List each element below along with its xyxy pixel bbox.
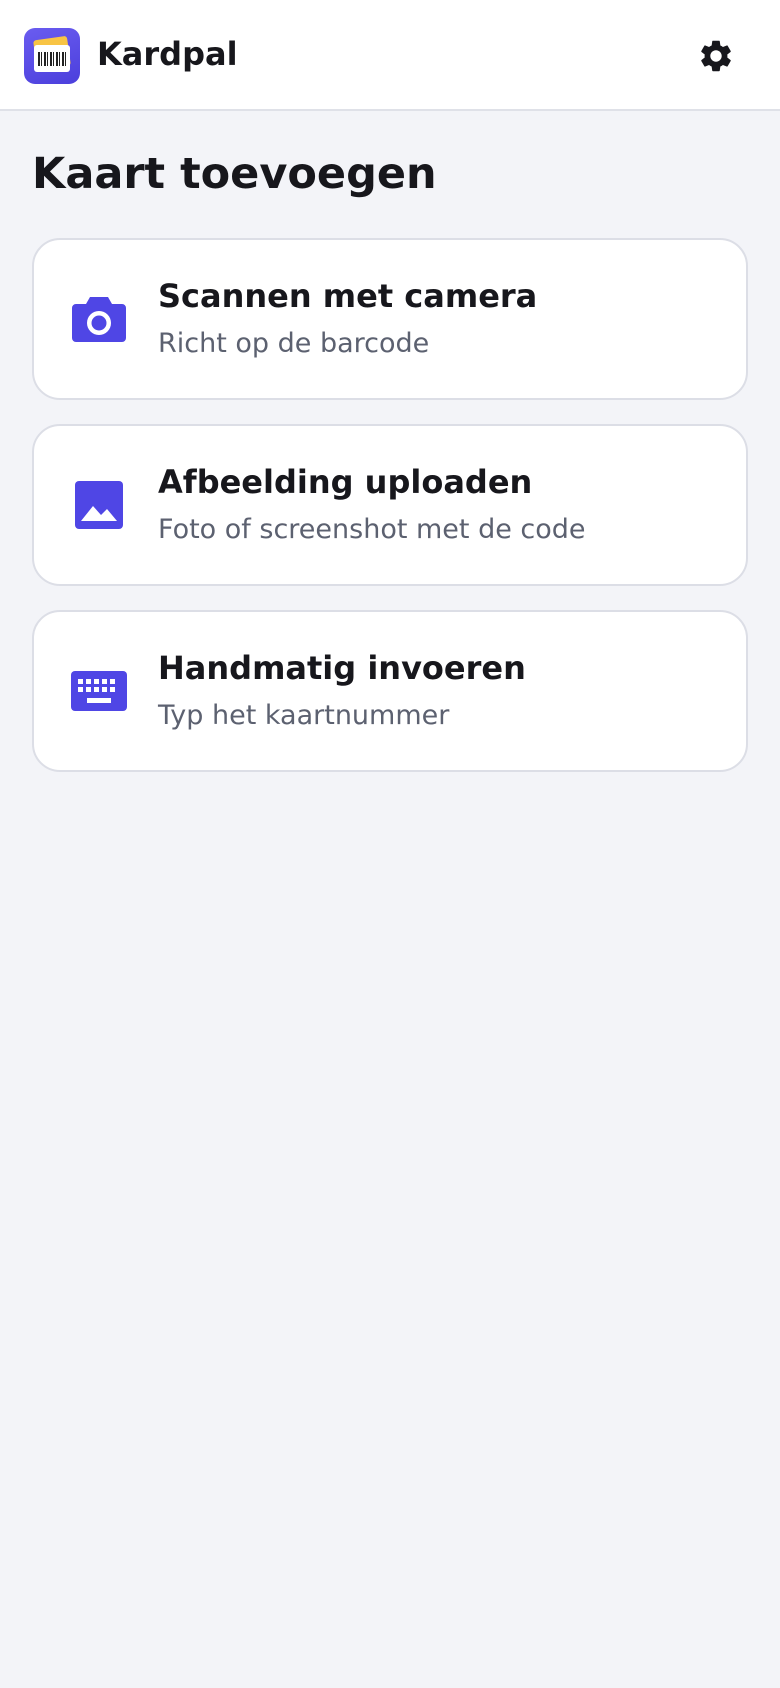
upload-image-option[interactable]: Afbeelding uploaden Foto of screenshot m… — [32, 424, 748, 586]
option-title: Scannen met camera — [158, 277, 538, 315]
keyboard-icon-wrap — [68, 660, 130, 722]
settings-button[interactable] — [690, 30, 742, 82]
camera-icon-wrap — [68, 288, 130, 350]
image-icon — [75, 481, 123, 529]
app-logo — [24, 28, 80, 84]
option-title: Afbeelding uploaden — [158, 463, 533, 501]
barcode-icon — [38, 52, 66, 66]
option-subtitle: Typ het kaartnummer — [158, 700, 450, 731]
app-title: Kardpal — [97, 35, 238, 73]
page-title: Kaart toevoegen — [32, 149, 437, 199]
keyboard-icon — [71, 671, 127, 711]
option-subtitle: Foto of screenshot met de code — [158, 514, 586, 545]
option-title: Handmatig invoeren — [158, 649, 526, 687]
image-icon-wrap — [68, 474, 130, 536]
scan-camera-option[interactable]: Scannen met camera Richt op de barcode — [32, 238, 748, 400]
gear-icon — [701, 40, 731, 72]
manual-entry-option[interactable]: Handmatig invoeren Typ het kaartnummer — [32, 610, 748, 772]
option-subtitle: Richt op de barcode — [158, 328, 430, 359]
app-header: Kardpal — [0, 0, 780, 111]
camera-icon — [72, 297, 126, 342]
